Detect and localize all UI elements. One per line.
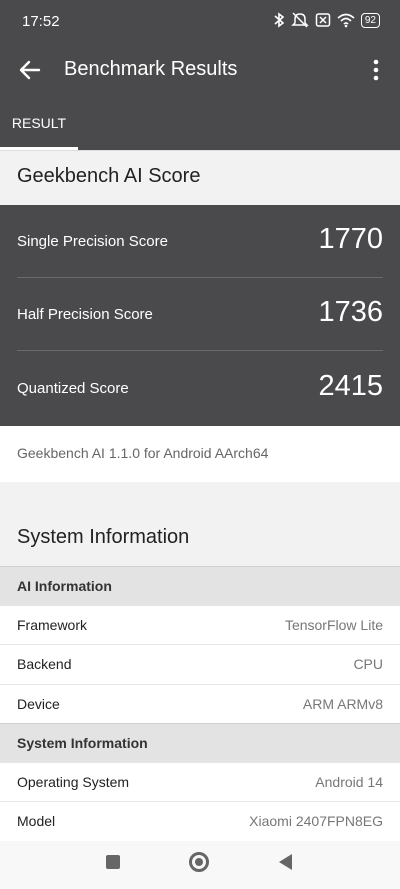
score-label: Quantized Score	[17, 380, 129, 397]
recents-icon[interactable]	[106, 855, 120, 869]
tab-result-label: RESULT	[11, 115, 67, 131]
score-value: 2415	[318, 370, 383, 402]
no-sim-icon	[315, 13, 331, 27]
score-row-quantized[interactable]: Quantized Score 2415	[0, 352, 400, 425]
more-options-icon[interactable]	[368, 56, 384, 84]
info-value: Android 14	[315, 774, 383, 790]
info-row: Backend CPU	[0, 644, 400, 684]
info-value: TensorFlow Lite	[284, 617, 383, 633]
mute-icon	[291, 12, 309, 28]
system-nav-bar	[0, 841, 400, 889]
status-bar: 17:52 92	[0, 0, 400, 44]
score-panel: Single Precision Score 1770 Half Precisi…	[0, 205, 400, 426]
info-row: Model Xiaomi 2407FPN8EG	[0, 801, 400, 841]
info-key: Operating System	[17, 774, 130, 790]
version-info: Geekbench AI 1.1.0 for Android AArch64	[0, 426, 400, 483]
score-row-half[interactable]: Half Precision Score 1736	[0, 278, 400, 351]
system-info-header: System Information	[0, 482, 400, 566]
section-ai-information: AI Information	[0, 566, 400, 606]
score-value: 1770	[318, 223, 383, 255]
score-value: 1736	[318, 296, 383, 328]
ai-score-heading: Geekbench AI Score	[17, 165, 201, 187]
status-icons: 92	[273, 12, 380, 28]
status-time: 17:52	[22, 13, 60, 30]
bluetooth-icon	[274, 12, 285, 28]
info-row: Framework TensorFlow Lite	[0, 605, 400, 645]
tab-result[interactable]: RESULT	[0, 96, 78, 150]
tab-bar: RESULT	[0, 96, 400, 150]
section-title: System Information	[17, 735, 148, 751]
score-label: Single Precision Score	[17, 233, 168, 250]
info-row: Device ARM ARMv8	[0, 684, 400, 724]
info-value: CPU	[353, 656, 383, 672]
divider	[17, 350, 383, 351]
back-arrow-icon[interactable]	[16, 56, 44, 84]
wifi-icon	[337, 13, 355, 28]
section-system-information: System Information	[0, 723, 400, 763]
info-row: Operating System Android 14	[0, 762, 400, 802]
version-text: Geekbench AI 1.1.0 for Android AArch64	[17, 445, 269, 461]
app-bar: Benchmark Results	[0, 44, 400, 96]
nav-back-icon[interactable]	[279, 854, 292, 870]
score-row-single[interactable]: Single Precision Score 1770	[0, 205, 400, 278]
score-label: Half Precision Score	[17, 306, 153, 323]
section-title: AI Information	[17, 578, 112, 594]
home-icon[interactable]	[189, 852, 209, 872]
info-value: ARM ARMv8	[302, 696, 383, 712]
ai-score-header: Geekbench AI Score	[0, 150, 400, 206]
info-key: Model	[17, 813, 56, 829]
info-key: Framework	[17, 617, 88, 633]
info-value: Xiaomi 2407FPN8EG	[249, 813, 383, 829]
page-title: Benchmark Results	[64, 58, 238, 80]
battery-indicator: 92	[360, 12, 380, 28]
info-key: Backend	[17, 656, 72, 672]
info-key: Device	[17, 696, 60, 712]
system-info-heading: System Information	[17, 526, 190, 548]
